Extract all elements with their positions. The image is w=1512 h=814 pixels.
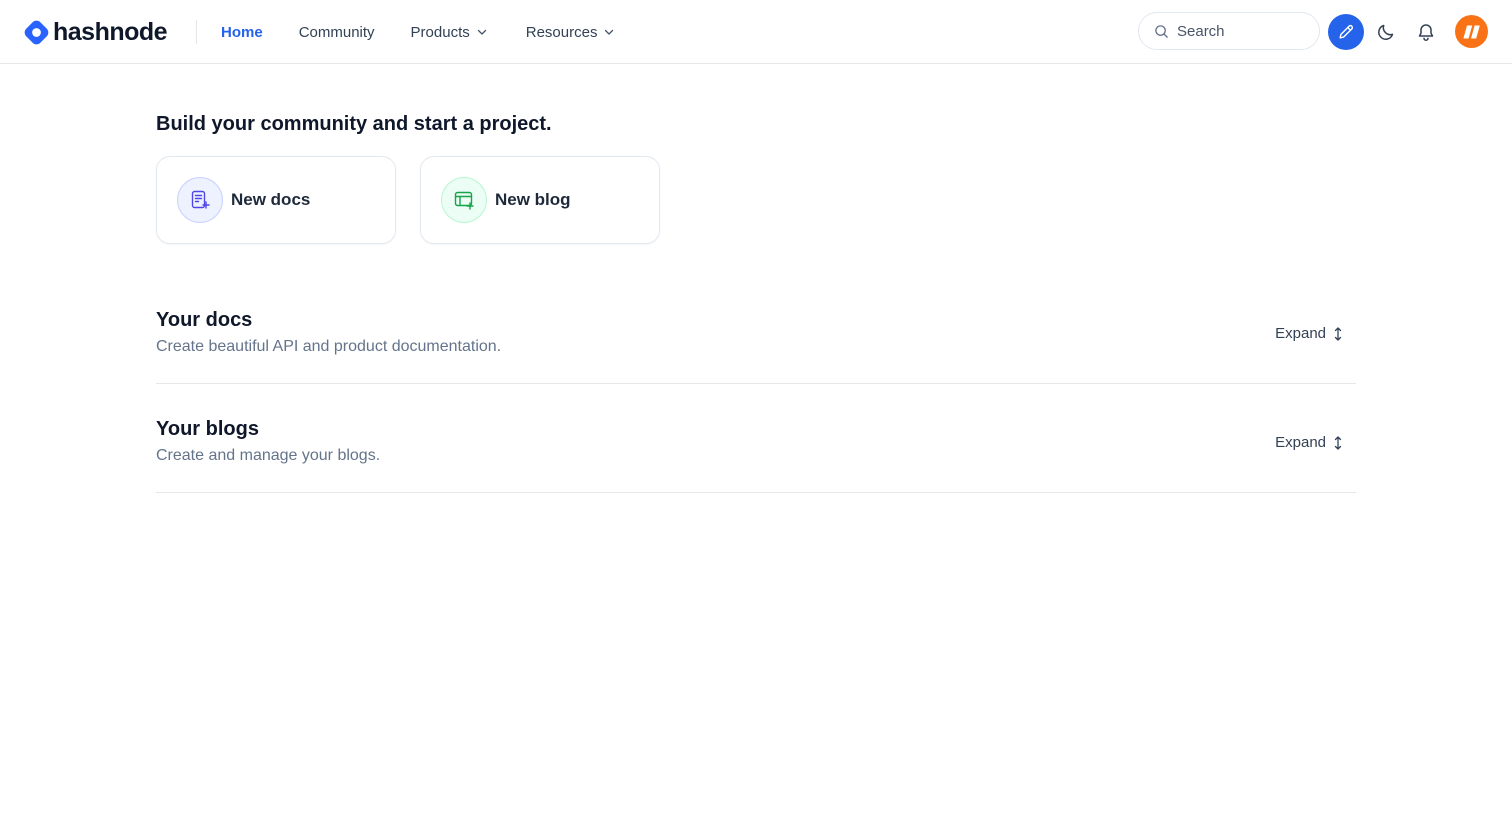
search-input[interactable]	[1177, 22, 1307, 40]
expand-blogs-button[interactable]: Expand	[1275, 434, 1344, 451]
new-blog-icon	[454, 191, 474, 210]
search-icon	[1155, 24, 1168, 38]
chevron-down-icon	[477, 29, 486, 35]
new-docs-label: New docs	[231, 190, 311, 209]
section-description: Create beautiful API and product documen…	[156, 338, 502, 355]
notifications-button[interactable]	[1412, 18, 1440, 46]
new-blog-label: New blog	[495, 190, 571, 209]
main-nav: Home Community Products Resources	[221, 0, 615, 64]
search-box[interactable]	[1138, 12, 1320, 50]
user-avatar[interactable]	[1455, 15, 1488, 48]
new-docs-card[interactable]: New docs	[156, 156, 396, 244]
nav-item-resources[interactable]: Resources	[526, 24, 616, 41]
your-blogs-section: Your blogs Create and manage your blogs.…	[156, 384, 1356, 493]
bell-icon	[1418, 24, 1434, 41]
hashnode-logo[interactable]: hashnode	[24, 17, 168, 47]
pencil-icon	[1339, 24, 1354, 39]
avatar-logo-icon	[1462, 25, 1480, 38]
nav-item-label: Resources	[525, 23, 598, 41]
theme-toggle-button[interactable]	[1372, 18, 1400, 46]
top-navigation-bar: hashnode Home Community Products Resourc…	[0, 0, 1512, 64]
nav-item-label: Home	[221, 23, 263, 41]
new-docs-icon	[191, 190, 210, 209]
brand-name: hashnode	[53, 17, 168, 46]
nav-item-home[interactable]: Home	[221, 24, 263, 41]
new-docs-icon-wrapper	[177, 177, 223, 223]
hashnode-logo-icon	[24, 20, 49, 44]
expand-docs-button[interactable]: Expand	[1275, 325, 1344, 342]
new-blog-card[interactable]: New blog	[420, 156, 660, 244]
your-docs-section: Your docs Create beautiful API and produ…	[156, 275, 1356, 384]
moon-icon	[1378, 24, 1394, 40]
nav-item-label: Community	[298, 23, 375, 41]
expand-label: Expand	[1275, 434, 1326, 451]
page-headline: Build your community and start a project…	[156, 113, 552, 135]
new-blog-icon-wrapper	[441, 177, 487, 223]
expand-vertical-icon	[1334, 435, 1342, 450]
section-description: Create and manage your blogs.	[156, 447, 381, 464]
nav-item-community[interactable]: Community	[299, 24, 375, 41]
nav-item-products[interactable]: Products	[411, 24, 488, 41]
chevron-down-icon	[605, 29, 614, 35]
write-button[interactable]	[1328, 14, 1364, 50]
nav-item-label: Products	[410, 23, 470, 41]
expand-vertical-icon	[1334, 326, 1342, 341]
section-title: Your blogs	[156, 418, 259, 440]
header-divider	[196, 20, 197, 44]
section-title: Your docs	[156, 309, 253, 331]
expand-label: Expand	[1275, 325, 1326, 342]
